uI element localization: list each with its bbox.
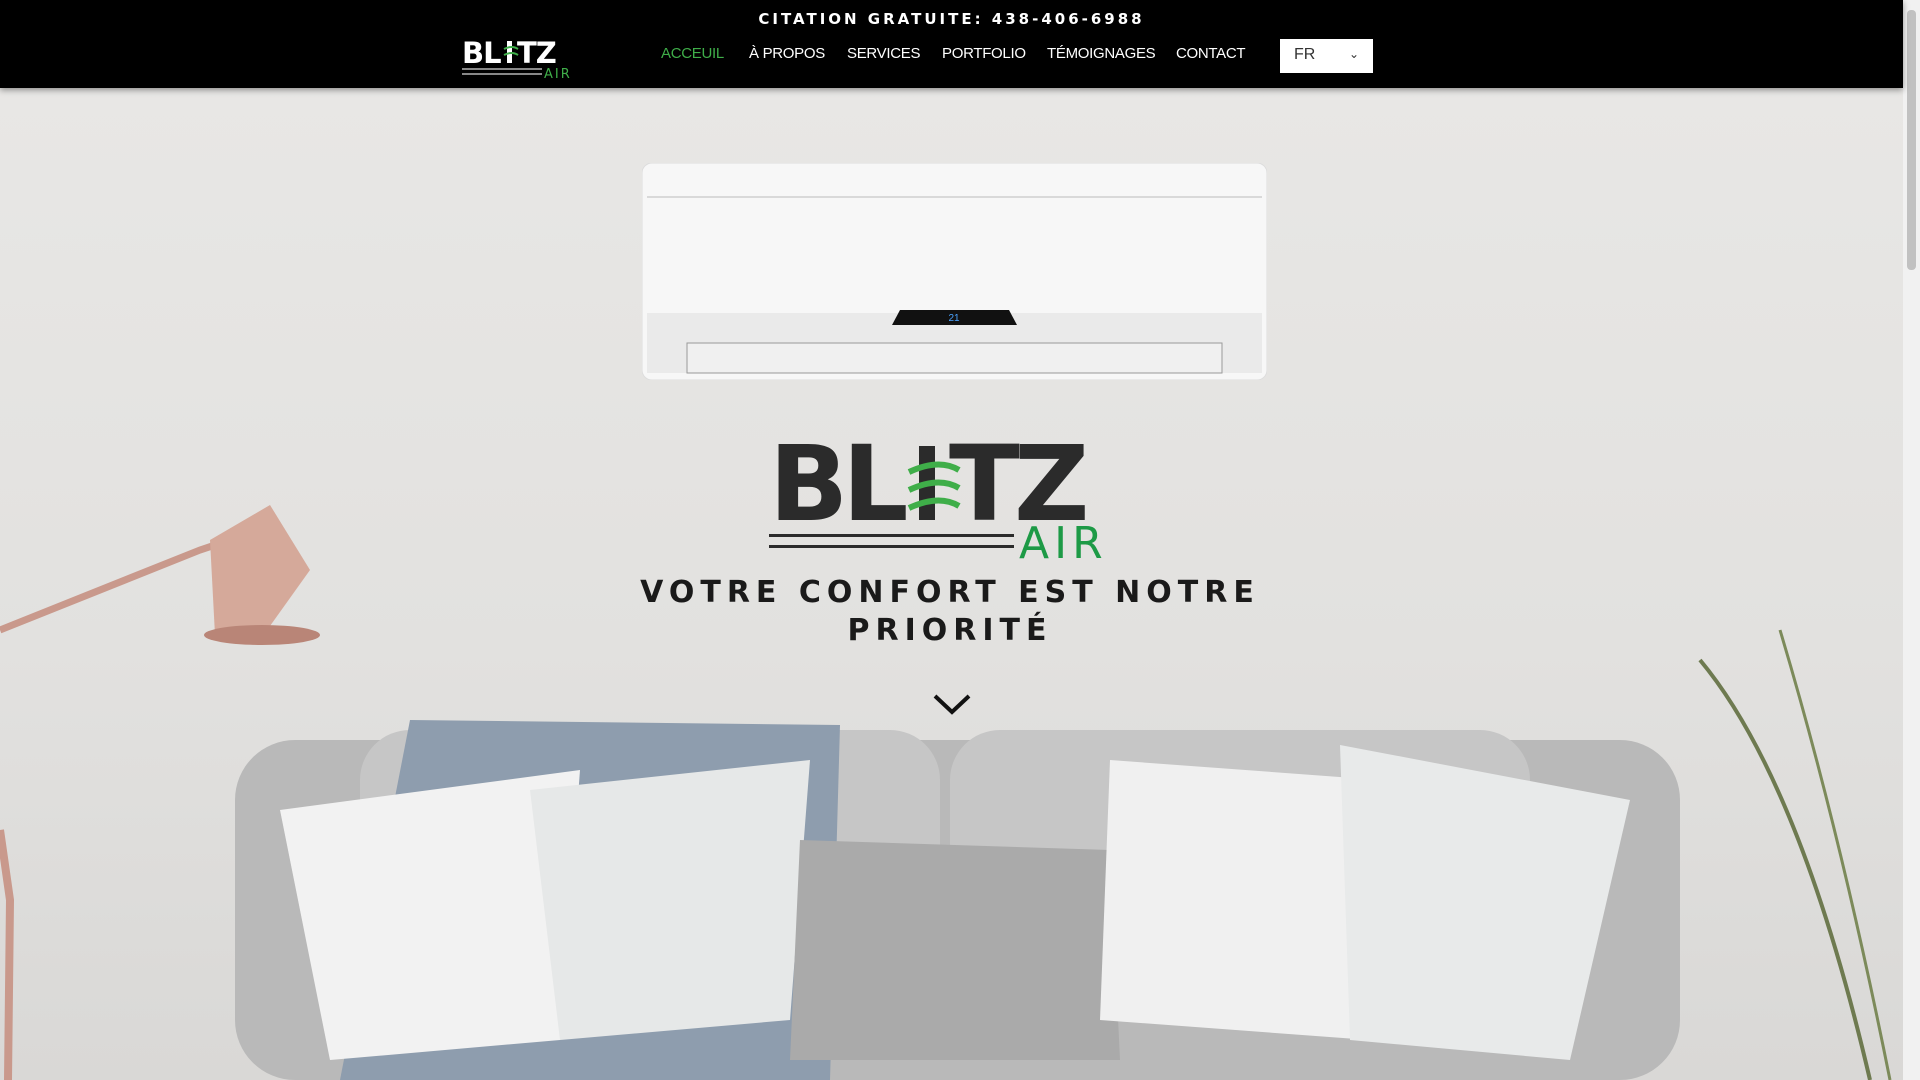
blitz-air-logo[interactable]: BL TZ AIR (462, 37, 580, 79)
nav-portfolio[interactable]: PORTFOLIO (942, 45, 1026, 62)
air-conditioner-image: 21 (642, 163, 1267, 380)
living-room-background (0, 505, 1892, 1080)
tagline-line-1: VOTRE CONFORT EST NOTRE (640, 575, 1260, 610)
site-header: CITATION GRATUITE: 438-406-6988 BL TZ AI… (0, 0, 1903, 88)
language-value: FR (1294, 46, 1316, 63)
tagline-line-2: PRIORITÉ (847, 613, 1053, 648)
nav-a-propos[interactable]: À PROPOS (749, 45, 825, 62)
ac-display: 21 (948, 313, 960, 324)
nav-temoignages[interactable]: TÉMOIGNAGES (1047, 45, 1156, 62)
scrollbar-thumb[interactable] (1907, 10, 1916, 270)
svg-text:AIR: AIR (1019, 518, 1108, 560)
nav-acceuil[interactable]: ACCEUIL (661, 45, 724, 62)
nav-services[interactable]: SERVICES (847, 45, 920, 62)
svg-text:BL: BL (462, 37, 501, 70)
chevron-down-icon: ⌄ (1348, 47, 1359, 61)
nav-contact[interactable]: CONTACT (1176, 45, 1246, 62)
free-quote-phone[interactable]: CITATION GRATUITE: 438-406-6988 (0, 10, 1903, 28)
hero-tagline: VOTRE CONFORT EST NOTRE PRIORITÉ (600, 574, 1300, 650)
svg-text:TZ: TZ (517, 37, 556, 70)
svg-text:BL: BL (769, 432, 906, 545)
chevron-down-icon[interactable] (932, 690, 972, 718)
svg-text:AIR: AIR (544, 67, 572, 79)
blitz-air-hero-logo: BL TZ AIR (769, 432, 1108, 560)
page-scrollbar[interactable] (1903, 0, 1920, 1080)
language-select[interactable]: FR ⌄ (1280, 39, 1373, 73)
